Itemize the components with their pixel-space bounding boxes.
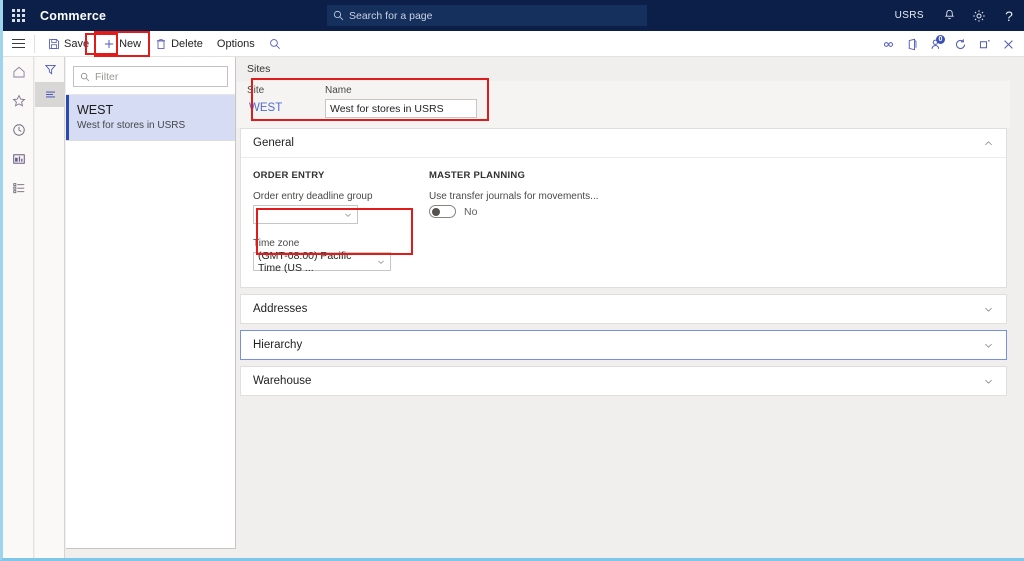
- time-zone-select[interactable]: (GMT-08:00) Pacific Time (US ...: [253, 249, 391, 274]
- order-entry-group: ORDER ENTRY Order entry deadline group T…: [253, 170, 429, 274]
- main-content: Sites Site WEST Name West for stores in …: [237, 57, 1010, 558]
- site-field: Site WEST: [247, 85, 325, 118]
- list-item-title: WEST: [77, 103, 114, 117]
- plus-icon: [103, 38, 115, 50]
- list-item-subtitle: West for stores in USRS: [77, 120, 186, 131]
- section-general-body: ORDER ENTRY Order entry deadline group T…: [241, 157, 1006, 287]
- options-button-label: Options: [216, 37, 255, 50]
- navigation-rail: [3, 57, 34, 558]
- trash-icon: [155, 38, 167, 50]
- record-header-fields: Site WEST Name West for stores in USRS: [237, 81, 1010, 128]
- command-bar-right-icons: 0: [876, 31, 1020, 57]
- site-field-label: Site: [247, 85, 265, 96]
- search-icon: [80, 72, 90, 82]
- order-entry-deadline-group-label: Order entry deadline group: [253, 191, 373, 202]
- notifications-bell-icon[interactable]: [934, 0, 964, 31]
- global-search-input[interactable]: Search for a page: [327, 5, 647, 26]
- name-input[interactable]: West for stores in USRS: [325, 99, 477, 118]
- pane-selector-rail: [35, 57, 65, 558]
- app-brand-title[interactable]: Commerce: [40, 9, 106, 23]
- section-hierarchy: Hierarchy: [240, 330, 1007, 360]
- transfer-journals-toggle-row: No: [429, 205, 729, 218]
- save-icon: [48, 38, 60, 50]
- master-planning-group: MASTER PLANNING Use transfer journals fo…: [429, 170, 729, 271]
- chevron-up-icon[interactable]: [983, 138, 994, 149]
- section-warehouse-title: Warehouse: [253, 375, 312, 387]
- section-warehouse-header[interactable]: Warehouse: [241, 367, 1006, 395]
- refresh-icon[interactable]: [948, 31, 972, 57]
- chevron-down-icon[interactable]: [983, 304, 994, 315]
- list-pane-icon[interactable]: [35, 82, 65, 107]
- name-field-label: Name: [325, 85, 352, 96]
- attach-link-icon[interactable]: [876, 31, 900, 57]
- save-button-label: Save: [64, 37, 90, 50]
- delete-button-label: Delete: [171, 37, 203, 50]
- section-addresses-title: Addresses: [253, 303, 308, 315]
- sidebar-item-favorites[interactable]: [3, 86, 34, 115]
- transfer-journals-toggle-value: No: [464, 205, 478, 218]
- order-entry-deadline-group-field: Order entry deadline group: [253, 191, 429, 224]
- expand-icon[interactable]: [972, 31, 996, 57]
- chevron-down-icon[interactable]: [983, 376, 994, 387]
- search-icon: [333, 10, 344, 21]
- global-search-placeholder: Search for a page: [349, 9, 433, 22]
- section-addresses: Addresses: [240, 294, 1007, 324]
- sidebar-item-modules[interactable]: [3, 173, 34, 202]
- order-entry-deadline-group-select[interactable]: [253, 205, 358, 224]
- app-launcher-icon[interactable]: [3, 0, 34, 31]
- master-planning-group-title: MASTER PLANNING: [429, 170, 526, 181]
- personalize-badge: 0: [936, 35, 945, 44]
- transfer-journals-field: Use transfer journals for movements... N…: [429, 191, 729, 218]
- chevron-down-icon: [376, 257, 386, 267]
- records-list-panel: Filter WEST West for stores in USRS: [66, 57, 236, 549]
- personalize-icon[interactable]: 0: [924, 31, 948, 57]
- company-selector[interactable]: USRS: [885, 0, 934, 31]
- office-icon[interactable]: [900, 31, 924, 57]
- section-hierarchy-header[interactable]: Hierarchy: [241, 331, 1006, 359]
- toolbar-divider: [34, 34, 35, 53]
- application-window: Commerce Search for a page USRS ? Save N…: [0, 0, 1024, 561]
- new-button-label: New: [119, 37, 142, 50]
- time-zone-value: (GMT-08:00) Pacific Time (US ...: [258, 249, 352, 274]
- filter-pane-icon[interactable]: [35, 57, 65, 82]
- section-general: General ORDER ENTRY Order entry deadline…: [240, 128, 1007, 288]
- save-button[interactable]: Save: [41, 33, 96, 55]
- filter-input[interactable]: Filter: [73, 66, 228, 87]
- top-navigation-bar: Commerce Search for a page USRS ?: [3, 0, 1024, 31]
- filter-input-placeholder: Filter: [95, 70, 119, 83]
- name-field: Name West for stores in USRS: [325, 85, 477, 118]
- section-addresses-header[interactable]: Addresses: [241, 295, 1006, 323]
- top-right-actions: USRS ?: [885, 0, 1024, 31]
- options-button[interactable]: Options: [210, 33, 262, 55]
- help-question-icon[interactable]: ?: [994, 0, 1024, 31]
- list-item[interactable]: WEST West for stores in USRS: [66, 95, 235, 141]
- records-list: WEST West for stores in USRS: [66, 94, 235, 141]
- toolbar-search-button[interactable]: [262, 33, 288, 55]
- settings-gear-icon[interactable]: [964, 0, 994, 31]
- chevron-down-icon: [343, 210, 353, 220]
- transfer-journals-toggle[interactable]: [429, 205, 456, 218]
- search-icon: [269, 38, 281, 50]
- sidebar-item-recent[interactable]: [3, 115, 34, 144]
- delete-button[interactable]: Delete: [148, 33, 210, 55]
- time-zone-field: Time zone (GMT-08:00) Pacific Time (US .…: [253, 238, 429, 274]
- section-general-header[interactable]: General: [241, 129, 1006, 157]
- page-title: Sites: [247, 63, 271, 75]
- transfer-journals-label: Use transfer journals for movements...: [429, 191, 599, 202]
- sidebar-item-workspaces[interactable]: [3, 144, 34, 173]
- hamburger-menu-icon[interactable]: [3, 31, 34, 57]
- section-general-title: General: [253, 137, 294, 149]
- time-zone-label: Time zone: [253, 238, 300, 249]
- site-field-value[interactable]: WEST: [247, 99, 325, 117]
- chevron-down-icon[interactable]: [983, 340, 994, 351]
- toolbar-buttons: Save New Delete Options: [41, 30, 288, 57]
- section-warehouse: Warehouse: [240, 366, 1007, 396]
- close-icon[interactable]: [996, 31, 1020, 57]
- section-hierarchy-title: Hierarchy: [253, 339, 303, 351]
- sidebar-item-home[interactable]: [3, 57, 34, 86]
- command-bar: Save New Delete Options 0: [3, 30, 1024, 57]
- toggle-knob: [432, 207, 440, 216]
- order-entry-group-title: ORDER ENTRY: [253, 170, 325, 181]
- new-button[interactable]: New: [94, 30, 151, 57]
